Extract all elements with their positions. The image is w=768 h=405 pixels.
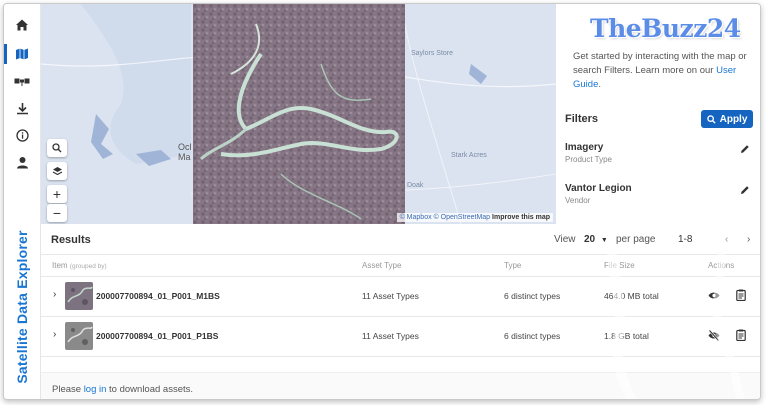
map-basemap — [41, 4, 556, 224]
next-page-button[interactable]: › — [747, 234, 750, 245]
view-label: View — [554, 234, 576, 245]
results-heading: Results — [51, 234, 91, 246]
app-title: Satellite Data Explorer — [8, 227, 36, 387]
intro-text: Get started by interacting with the map … — [573, 50, 759, 92]
page-range: 1-8 — [678, 234, 693, 245]
table-row[interactable]: › 200007700894_01_P001_P1BS 11 Asset Typ… — [41, 317, 760, 355]
layers-icon — [52, 166, 62, 175]
thumbnail-image — [65, 282, 93, 310]
rail-info-button[interactable] — [4, 123, 40, 147]
rail-home-button[interactable] — [4, 13, 40, 37]
filter-imagery[interactable]: Imagery Product Type — [565, 142, 750, 164]
clipboard-icon[interactable] — [736, 289, 746, 301]
login-link[interactable]: log in — [84, 384, 107, 395]
map-label: Stark Acres — [451, 152, 487, 159]
zoom-in-button[interactable]: + — [47, 185, 67, 203]
satellite-icon — [14, 78, 30, 86]
minus-icon: − — [52, 205, 62, 221]
filter-title: Imagery — [565, 142, 604, 153]
per-page-label: per page — [616, 234, 656, 245]
download-icon — [16, 102, 28, 114]
file-size-cell: 464.0 MB total — [604, 291, 659, 301]
rail-map-button[interactable] — [4, 42, 40, 66]
item-name: 200007700894_01_P001_M1BS — [96, 291, 220, 301]
filter-subtitle: Product Type — [565, 155, 612, 164]
map-view[interactable]: Ocl Ma Saylors Store Stark Acres Doak + … — [41, 4, 556, 224]
edit-icon[interactable] — [740, 185, 750, 195]
watermark-logo: TheBuzz24 — [590, 14, 741, 43]
type-cell: 6 distinct types — [504, 291, 561, 301]
login-footer: Please log in to download assets. — [41, 372, 760, 399]
map-attribution: © Mapbox © OpenStreetMap Improve this ma… — [396, 213, 553, 222]
prev-page-button[interactable]: ‹ — [725, 234, 728, 245]
table-row[interactable]: › 200007700894_01_P001_M1BS 11 Asset Typ… — [41, 277, 760, 315]
column-item: Item (grouped by) — [52, 261, 107, 270]
mapbox-link[interactable]: © Mapbox — [400, 214, 432, 221]
type-cell: 6 distinct types — [504, 331, 561, 341]
edit-icon[interactable] — [740, 144, 750, 154]
app-title-text: Satellite Data Explorer — [14, 230, 30, 384]
column-item-label: Item — [52, 261, 68, 270]
eye-off-icon[interactable] — [708, 330, 720, 341]
apply-button[interactable]: Apply — [701, 110, 753, 128]
login-suffix: to download assets. — [106, 384, 194, 395]
app-window: Satellite Data Explorer Ocl Ma Saylors S… — [3, 3, 761, 400]
info-icon — [15, 128, 29, 142]
search-icon — [52, 143, 62, 153]
user-icon — [16, 156, 28, 168]
side-rail: Satellite Data Explorer — [4, 4, 41, 399]
per-page-value: 20 — [584, 234, 596, 245]
apply-label: Apply — [719, 113, 748, 125]
rail-satellite-button[interactable] — [4, 69, 40, 93]
improve-map-link[interactable]: Improve this map — [492, 214, 550, 221]
thumbnail-image — [65, 322, 93, 350]
expand-chevron-icon[interactable]: › — [53, 289, 56, 300]
search-icon — [706, 114, 716, 124]
filters-heading: Filters — [565, 113, 599, 125]
divider — [41, 356, 760, 357]
map-label: Saylors Store — [411, 50, 454, 57]
home-icon — [16, 19, 28, 31]
chevron-right-icon: › — [747, 234, 751, 245]
per-page-select[interactable]: 20 ▼ — [584, 234, 608, 245]
divider — [41, 254, 760, 255]
item-name: 200007700894_01_P001_P1BS — [96, 331, 219, 341]
expand-chevron-icon[interactable]: › — [53, 329, 56, 340]
login-message: Please log in to download assets. — [52, 384, 193, 395]
map-label: Ocl — [178, 142, 192, 152]
zoom-out-button[interactable]: − — [47, 204, 67, 222]
results-section: Results View 20 ▼ per page 1-8 ‹ › Item … — [41, 224, 760, 399]
filter-vendor[interactable]: Vantor Legion Vendor — [565, 183, 750, 205]
intro-end: . — [598, 79, 601, 90]
rail-account-button[interactable] — [4, 150, 40, 174]
column-actions: Actions — [708, 261, 735, 270]
map-icon — [16, 48, 28, 60]
eye-icon[interactable] — [708, 291, 720, 300]
column-asset-type: Asset Type — [362, 261, 402, 270]
map-label: Doak — [407, 182, 424, 189]
map-label: Ma — [178, 152, 191, 162]
chevron-down-icon: ▼ — [600, 237, 608, 244]
map-search-button[interactable] — [47, 139, 67, 157]
rail-download-button[interactable] — [4, 96, 40, 120]
filter-title: Vantor Legion — [565, 183, 632, 194]
plus-icon: + — [52, 186, 62, 202]
osm-link[interactable]: © OpenStreetMap — [434, 214, 491, 221]
column-type: Type — [504, 261, 522, 270]
asset-type-cell: 11 Asset Types — [362, 291, 419, 301]
clipboard-icon[interactable] — [736, 329, 746, 341]
chevron-left-icon: ‹ — [725, 234, 729, 245]
file-size-cell: 1.8 GB total — [604, 331, 649, 341]
login-prefix: Please — [52, 384, 84, 395]
column-file-size: File Size — [604, 261, 635, 270]
map-layers-button[interactable] — [47, 162, 67, 180]
asset-type-cell: 11 Asset Types — [362, 331, 419, 341]
column-item-note: (grouped by) — [69, 263, 107, 270]
filter-subtitle: Vendor — [565, 196, 591, 205]
